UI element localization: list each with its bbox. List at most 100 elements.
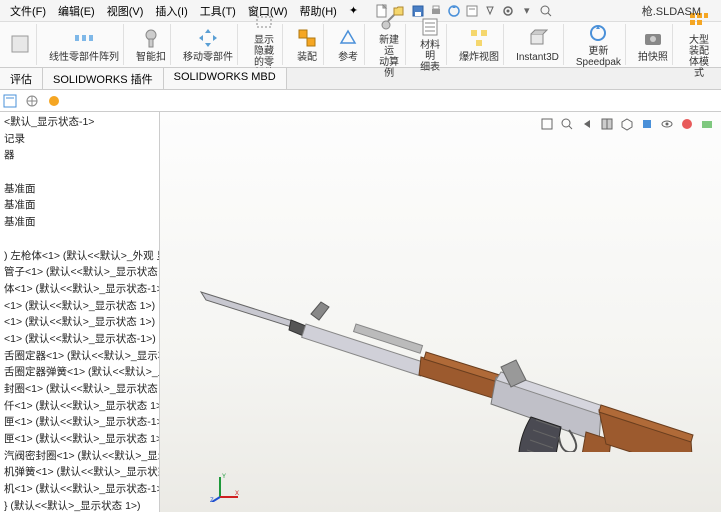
smart-fastener-icon <box>139 26 163 50</box>
ribbon-label: 参考 <box>338 52 358 63</box>
ribbon-btn-show-hidden[interactable]: 显示隐藏 的零部件 <box>246 24 283 65</box>
ribbon-btn-linear-pattern[interactable]: 线性零部件阵列 <box>45 24 124 65</box>
options-icon[interactable] <box>464 3 480 19</box>
svg-text:X: X <box>235 491 239 497</box>
tree-item[interactable]: 器 <box>2 147 157 164</box>
tree-item[interactable]: 匣<1> (默认<<默认>_显示状态 1>) <box>2 431 157 448</box>
linear-pattern-icon <box>72 26 96 50</box>
tree-item[interactable]: 封圈<1> (默认<<默认>_显示状态 1>) <box>2 381 157 398</box>
display-style-icon[interactable] <box>639 116 655 132</box>
tree-item[interactable]: <1> (默认<<默认>_显示状态 1>) <box>2 298 157 315</box>
tree-item[interactable]: 机<1> (默认<<默认>_显示状态-1>) <box>2 481 157 498</box>
dropdown-arrow-icon[interactable]: ▾ <box>518 2 536 19</box>
model-rifle <box>181 172 701 452</box>
ribbon-btn-exploded[interactable]: 爆炸视图 <box>455 24 504 65</box>
bom-icon <box>418 16 442 38</box>
tree-item[interactable]: 仟<1> (默认<<默认>_显示状态 1>) <box>2 398 157 415</box>
graphics-viewport[interactable]: Y X Z <box>160 112 721 512</box>
ribbon-toolbar: 线性零部件阵列 智能扣 移动零部件 显示隐藏 的零部件 装配 参考 新建运 动算… <box>0 22 721 68</box>
scene-icon[interactable] <box>699 116 715 132</box>
menu-insert[interactable]: 插入(I) <box>149 1 193 21</box>
document-title: 枪.SLDASM <box>642 3 701 19</box>
tree-item[interactable]: 匣<1> (默认<<默认>_显示状态-1>) <box>2 414 157 431</box>
svg-text:Y: Y <box>222 474 226 480</box>
ribbon-btn-new-motion[interactable]: 新建运 动算例 <box>373 24 406 65</box>
ribbon-btn-instant3d[interactable]: Instant3D <box>512 24 564 65</box>
tree-item[interactable]: <1> (默认<<默认>_显示状态 1>) <box>2 314 157 331</box>
tree-item[interactable]: <1> (默认<<默认>_显示状态-1>) <box>2 331 157 348</box>
ribbon-btn-snapshot[interactable]: 拍快照 <box>634 24 673 65</box>
move-component-icon <box>196 26 220 50</box>
tree-item[interactable]: 体<1> (默认<<默认>_显示状态-1>) <box>2 281 157 298</box>
view-orientation-icon[interactable] <box>619 116 635 132</box>
ribbon-label: 线性零部件阵列 <box>49 52 119 63</box>
ribbon-btn-assembly-feat[interactable]: 装配 <box>291 24 324 65</box>
command-manager-tabs: 评估 SOLIDWORKS 插件 SOLIDWORKS MBD <box>0 68 721 90</box>
menu-tools[interactable]: 工具(T) <box>194 1 242 21</box>
tree-item[interactable] <box>2 164 157 181</box>
update-speedpak-icon <box>586 22 610 44</box>
heads-up-toolbar <box>539 116 715 132</box>
tree-item[interactable]: <默认_显示状态-1> <box>2 114 157 131</box>
previous-view-icon[interactable] <box>579 116 595 132</box>
config-tab-icon[interactable] <box>24 93 40 109</box>
main-area: <默认_显示状态-1>记录器 基准面基准面基准面 ) 左枪体<1> (默认<<默… <box>0 112 721 512</box>
search-icon[interactable] <box>538 3 554 19</box>
display-pane-tab-icon[interactable] <box>46 93 62 109</box>
ribbon-label: 装配 <box>297 52 317 63</box>
tree-item[interactable] <box>2 231 157 248</box>
reference-geometry-icon <box>336 26 360 50</box>
ribbon-btn-bom[interactable]: 材料明 细表 <box>414 24 447 65</box>
ribbon-label: 新建运 动算例 <box>377 35 401 79</box>
show-hidden-icon <box>252 11 276 33</box>
menu-bar: 文件(F) 编辑(E) 视图(V) 插入(I) 工具(T) 窗口(W) 帮助(H… <box>0 0 721 22</box>
ribbon-label: 拍快照 <box>638 52 668 63</box>
feature-tree-panel[interactable]: <默认_显示状态-1>记录器 基准面基准面基准面 ) 左枪体<1> (默认<<默… <box>0 112 160 512</box>
ribbon-btn-smart-fastener[interactable]: 智能扣 <box>132 24 171 65</box>
tree-item[interactable]: 基准面 <box>2 197 157 214</box>
tree-item[interactable]: } (默认<<默认>_显示状态 1>) <box>2 498 157 512</box>
tab-plugins[interactable]: SOLIDWORKS 插件 <box>43 68 164 89</box>
ribbon-btn-move-comp[interactable]: 移动零部件 <box>179 24 238 65</box>
ribbon-label: 智能扣 <box>136 52 166 63</box>
ribbon-btn-speedpak[interactable]: 更新 Speedpak <box>572 24 626 65</box>
feature-tree-tab-icon[interactable] <box>2 93 18 109</box>
tree-item[interactable]: 舌圈定器<1> (默认<<默认>_显示状态 1 <box>2 348 157 365</box>
origin-triad-icon: Y X Z <box>210 472 240 502</box>
ribbon-btn-large-assembly[interactable]: 大型装配 体模式 <box>681 24 717 65</box>
zoom-area-icon[interactable] <box>559 116 575 132</box>
instant3d-icon <box>525 26 549 50</box>
tree-item[interactable]: 基准面 <box>2 181 157 198</box>
tab-mbd[interactable]: SOLIDWORKS MBD <box>164 68 287 89</box>
tree-item[interactable]: 机弹簧<1> (默认<<默认>_显示状态 1>) <box>2 464 157 481</box>
section-view-icon[interactable] <box>599 116 615 132</box>
appearance-icon[interactable] <box>679 116 695 132</box>
ribbon-label: 材料明 细表 <box>418 40 442 73</box>
tree-item[interactable]: 基准面 <box>2 214 157 231</box>
tree-item[interactable]: 管子<1> (默认<<默认>_显示状态 1>) <box>2 264 157 281</box>
tab-evaluate[interactable]: 评估 <box>0 68 43 89</box>
ribbon-label: Instant3D <box>516 52 559 63</box>
selection-filter-icon[interactable] <box>482 3 498 19</box>
ribbon-label: 大型装配 体模式 <box>685 35 713 79</box>
tree-item[interactable]: 记录 <box>2 131 157 148</box>
menu-help[interactable]: 帮助(H) <box>294 1 343 21</box>
assembly-feature-icon <box>295 26 319 50</box>
rebuild-icon[interactable] <box>446 3 462 19</box>
tree-item[interactable]: 舌圈定器弹簧<1> (默认<<默认>_显示状 <box>2 364 157 381</box>
ribbon-btn-reference[interactable]: 参考 <box>332 24 365 65</box>
menu-edit[interactable]: 编辑(E) <box>52 1 101 21</box>
ribbon-label: 更新 Speedpak <box>576 46 621 68</box>
ribbon-label: 爆炸视图 <box>459 52 499 63</box>
motion-study-icon <box>377 11 401 33</box>
gear-icon[interactable] <box>500 3 516 19</box>
svg-text:Z: Z <box>210 498 214 502</box>
tree-item[interactable]: ) 左枪体<1> (默认<<默认>_外观 显示状 <box>2 248 157 265</box>
menu-star-icon[interactable]: ✦ <box>343 2 364 19</box>
hide-show-icon[interactable] <box>659 116 675 132</box>
tree-item[interactable]: 汽阀密封圈<1> (默认<<默认>_显示状态 <box>2 448 157 465</box>
menu-file[interactable]: 文件(F) <box>4 1 52 21</box>
zoom-fit-icon[interactable] <box>539 116 555 132</box>
menu-view[interactable]: 视图(V) <box>101 1 150 21</box>
edit-component-icon[interactable] <box>8 32 32 56</box>
